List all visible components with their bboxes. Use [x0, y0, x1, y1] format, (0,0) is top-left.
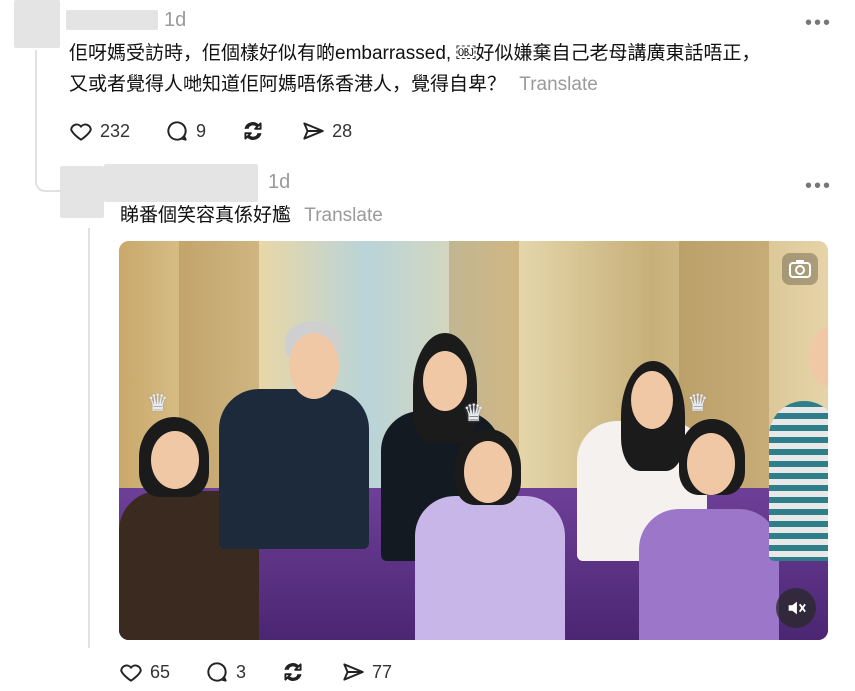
- post1-text-line1: 佢呀媽受訪時，佢個樣好似有啲embarrassed, ￼好似嫌棄自己老母講廣東話…: [69, 43, 761, 64]
- crown-icon: ♛: [147, 390, 169, 417]
- translate-link[interactable]: Translate: [304, 205, 383, 226]
- share-button[interactable]: 28: [300, 118, 352, 144]
- post1-actions: 232 9 28: [68, 118, 386, 144]
- heart-icon: [120, 664, 142, 682]
- timestamp-post1: 1d: [164, 9, 187, 31]
- repost-icon: [244, 122, 262, 140]
- translate-link[interactable]: Translate: [519, 74, 598, 95]
- contestant-center: [415, 496, 565, 640]
- contestant-face: [464, 441, 512, 503]
- share-count: 28: [332, 120, 353, 141]
- repost-button[interactable]: [280, 659, 306, 685]
- reply-button[interactable]: 3: [204, 659, 246, 685]
- username-post1[interactable]: [66, 10, 158, 30]
- post2-actions: 65 3 77: [118, 659, 426, 685]
- post2-body: 睇番個笑容真係好尷 Translate: [120, 200, 383, 231]
- send-icon: [343, 663, 364, 681]
- like-button[interactable]: 65: [118, 659, 170, 685]
- volume-mute-icon: [788, 601, 806, 615]
- woman-face: [423, 351, 467, 411]
- reply-count: 9: [196, 120, 207, 141]
- contestant-face: [151, 431, 199, 489]
- share-button[interactable]: 77: [340, 659, 392, 685]
- post1-body: 佢呀媽受訪時，佢個樣好似有啲embarrassed, ￼好似嫌棄自己老母講廣東話…: [69, 38, 829, 100]
- timestamp-post2: 1d: [268, 171, 291, 193]
- like-count: 65: [150, 661, 171, 682]
- post-image[interactable]: ♛ ♛ ♛: [119, 241, 828, 640]
- like-count: 232: [100, 120, 131, 141]
- avatar-post2[interactable]: [60, 166, 104, 218]
- post1-text-line2: 又或者覺得人哋知道佢阿媽唔係香港人，覺得自卑？: [69, 74, 507, 95]
- more-options-icon[interactable]: •••: [805, 176, 832, 196]
- contestant-right: [639, 509, 779, 640]
- share-count: 77: [372, 661, 393, 682]
- repost-button[interactable]: [240, 118, 266, 144]
- avatar-post1[interactable]: [14, 0, 60, 48]
- comment-icon: [167, 121, 187, 141]
- camera-button[interactable]: [782, 253, 818, 285]
- post1-text-line2-wrap: 又或者覺得人哋知道佢阿媽唔係香港人，覺得自卑？ Translate: [69, 69, 829, 100]
- thread-connector: [88, 228, 90, 648]
- repost-icon: [284, 663, 302, 681]
- crown-icon: ♛: [687, 390, 709, 417]
- host-face: [631, 371, 673, 429]
- reply-count: 3: [236, 661, 247, 682]
- post2-text: 睇番個笑容真係好尷: [120, 205, 292, 226]
- thread-connector: [35, 50, 37, 180]
- heart-icon: [70, 123, 92, 141]
- send-icon: [303, 122, 324, 140]
- man-seated: [219, 389, 369, 549]
- camera-icon: [789, 260, 811, 278]
- comment-icon: [207, 662, 227, 682]
- man-face: [289, 333, 339, 399]
- like-button[interactable]: 232: [68, 118, 130, 144]
- man-striped-shirt: [769, 401, 828, 561]
- mute-button[interactable]: [776, 588, 816, 628]
- crown-icon: ♛: [463, 400, 485, 427]
- contestant-face: [687, 433, 735, 495]
- username-post2[interactable]: [104, 164, 258, 202]
- thread-connector-curve: [35, 178, 63, 192]
- reply-button[interactable]: 9: [164, 118, 206, 144]
- more-options-icon[interactable]: •••: [805, 13, 832, 33]
